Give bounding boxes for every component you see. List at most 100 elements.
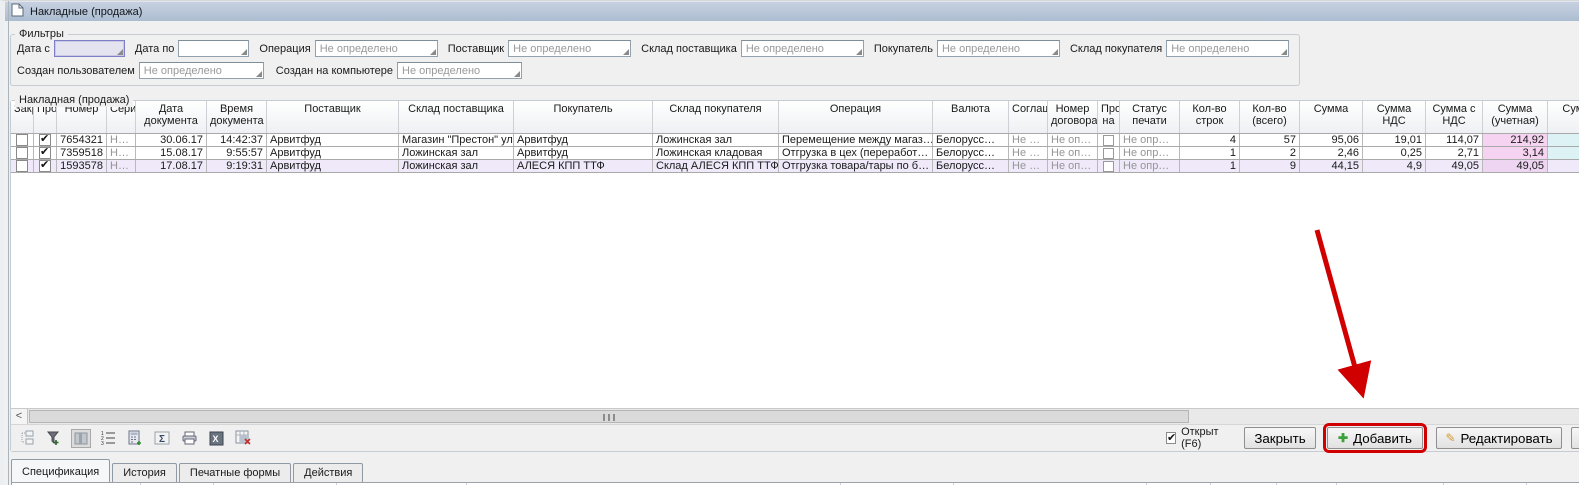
edit-button[interactable]: ✎ Редактировать — [1436, 427, 1562, 449]
column-header-vat-sum[interactable]: Сумма НДС — [1363, 101, 1426, 133]
cell-number: 7654321 — [57, 134, 107, 146]
row-printed-checkbox[interactable] — [1103, 161, 1114, 172]
row-closed-checkbox[interactable] — [16, 134, 28, 146]
buyer-warehouse-filter-combo[interactable]: Не определено — [1166, 40, 1289, 57]
table-row-selected[interactable]: 1593578 Н… 17.08.17 9:19:31 Арвитфуд Лож… — [11, 160, 1579, 173]
cell-currency: Белорусс… — [933, 134, 1009, 146]
excel-export-icon[interactable]: X — [206, 429, 226, 448]
svg-text:Σ: Σ — [159, 434, 165, 445]
row-posted-checkbox[interactable] — [39, 147, 51, 159]
cell-print-status: Не опр… — [1120, 134, 1180, 146]
tab-actions[interactable]: Действия — [293, 463, 363, 482]
date-from-input[interactable] — [54, 40, 125, 57]
columns-icon[interactable] — [71, 429, 91, 448]
tab-specification[interactable]: Спецификация — [11, 459, 110, 482]
horizontal-scrollbar[interactable]: < — [11, 408, 1579, 424]
cell-series: Н… — [107, 160, 136, 172]
row-closed-checkbox[interactable] — [16, 147, 28, 159]
date-from-label: Дата с — [17, 43, 50, 55]
column-header-accounting-sum[interactable]: Сумма (учетная) — [1483, 101, 1548, 133]
created-on-computer-combo[interactable]: Не определено — [397, 62, 522, 79]
cell-line-count: 1 — [1180, 147, 1240, 159]
window-left-border — [8, 1, 9, 485]
filters-row-2: Создан пользователем Не определено Созда… — [17, 61, 1293, 80]
column-header-operation[interactable]: Операция — [779, 101, 933, 133]
row-posted-checkbox[interactable] — [39, 134, 51, 146]
cell-total-count: 9 — [1240, 160, 1300, 172]
column-header-buyer[interactable]: Покупатель — [514, 101, 653, 133]
buyer-filter-combo[interactable]: Не определено — [937, 40, 1060, 57]
row-closed-checkbox[interactable] — [16, 160, 28, 172]
table-delete-icon[interactable] — [233, 429, 253, 448]
cell-supplier-sum — [1548, 147, 1579, 159]
row-posted-checkbox[interactable] — [39, 160, 51, 172]
cell-contract-number: Не оп… — [1048, 160, 1098, 172]
supplier-filter-label: Поставщик — [448, 43, 504, 55]
supplier-warehouse-filter-combo[interactable]: Не определено — [741, 40, 864, 57]
cell-series: Н… — [107, 147, 136, 159]
cell-supplier: Арвитфуд — [267, 134, 399, 146]
footer-actions: Открыт (F6) Закрыть ✚ Добавить ✎ Редакти… — [1166, 426, 1579, 450]
created-on-computer-label: Создан на компьютере — [276, 65, 393, 77]
buyer-warehouse-filter-label: Склад покупателя — [1070, 43, 1162, 55]
column-header-printed-flag[interactable]: Про на — [1098, 101, 1120, 133]
column-header-total-count[interactable]: Кол-во (всего) — [1240, 101, 1300, 133]
column-header-line-count[interactable]: Кол-во строк — [1180, 101, 1240, 133]
calculator-add-icon[interactable] — [125, 429, 145, 448]
column-header-contract-number[interactable]: Номер договора — [1048, 101, 1098, 133]
column-header-print-status[interactable]: Статус печати — [1120, 101, 1180, 133]
table-empty-area — [11, 173, 1579, 408]
column-header-supplier-sum[interactable]: Сумма поста — [1548, 101, 1579, 133]
column-header-sum-with-vat[interactable]: Сумма с НДС — [1426, 101, 1483, 133]
operation-filter-combo[interactable]: Не определено — [315, 40, 438, 57]
open-checkbox[interactable] — [1166, 432, 1176, 444]
scrollbar-thumb[interactable] — [29, 410, 1189, 423]
svg-text:X: X — [212, 434, 218, 444]
created-by-user-combo[interactable]: Не определено — [139, 62, 264, 79]
filter-add-icon[interactable] — [44, 429, 64, 448]
tab-history[interactable]: История — [112, 463, 177, 482]
cell-sum-with-vat: 49,05 — [1426, 160, 1483, 172]
column-header-currency[interactable]: Валюта — [933, 101, 1009, 133]
cell-supplier-warehouse: Ложинская зал — [399, 147, 514, 159]
column-header-doc-date[interactable]: Дата документа — [136, 101, 207, 133]
partial-button[interactable]: ✖ — [1571, 427, 1579, 449]
cell-buyer-warehouse: Склад АЛЕСЯ КПП ТТФ — [653, 160, 779, 172]
cell-number: 7359518 — [57, 147, 107, 159]
numbered-list-icon[interactable]: 123 — [98, 429, 118, 448]
cell-contract-number: Не оп… — [1048, 134, 1098, 146]
column-header-supplier-warehouse[interactable]: Склад поставщика — [399, 101, 514, 133]
row-printed-checkbox[interactable] — [1103, 148, 1114, 159]
column-header-sum[interactable]: Сумма — [1300, 101, 1363, 133]
cell-sum: 2,46 — [1300, 147, 1363, 159]
close-button[interactable]: Закрыть — [1244, 427, 1316, 449]
cell-agreement: Не … — [1009, 160, 1048, 172]
add-button[interactable]: ✚ Добавить — [1327, 427, 1423, 449]
table-row[interactable]: 7359518 Н… 15.08.17 9:55:57 Арвитфуд Лож… — [11, 147, 1579, 160]
cell-total-count: 57 — [1240, 134, 1300, 146]
cell-doc-date: 15.08.17 — [136, 147, 207, 159]
invoices-group: Накладная (продажа) Закр Про Номер Сери … — [10, 100, 1579, 452]
table-row[interactable]: 7654321 Н… 30.06.17 14:42:37 Арвитфуд Ма… — [11, 134, 1579, 147]
cell-currency: Белорусс… — [933, 147, 1009, 159]
cell-buyer-warehouse: Ложинская зал — [653, 134, 779, 146]
tab-print-forms[interactable]: Печатные формы — [179, 463, 291, 482]
column-header-doc-time[interactable]: Время документа — [207, 101, 267, 133]
column-header-agreement[interactable]: Соглаш — [1009, 101, 1048, 133]
sum-icon[interactable]: Σ — [152, 429, 172, 448]
open-checkbox-group: Открыт (F6) — [1166, 426, 1230, 450]
cell-supplier-sum — [1548, 160, 1579, 172]
invoices-group-label: Накладная (продажа) — [15, 94, 133, 107]
date-to-input[interactable] — [178, 40, 249, 57]
scroll-left-arrow[interactable]: < — [11, 409, 28, 424]
column-header-buyer-warehouse[interactable]: Склад покупателя — [653, 101, 779, 133]
cell-doc-date: 17.08.17 — [136, 160, 207, 172]
cell-vat-sum: 4,9 — [1363, 160, 1426, 172]
column-header-supplier[interactable]: Поставщик — [267, 101, 399, 133]
supplier-filter-combo[interactable]: Не определено — [508, 40, 631, 57]
cell-line-count: 1 — [1180, 160, 1240, 172]
footer-toolbar: 123 Σ X — [11, 424, 1579, 451]
print-icon[interactable] — [179, 429, 199, 448]
tree-structure-icon[interactable] — [17, 429, 37, 448]
row-printed-checkbox[interactable] — [1103, 135, 1114, 146]
